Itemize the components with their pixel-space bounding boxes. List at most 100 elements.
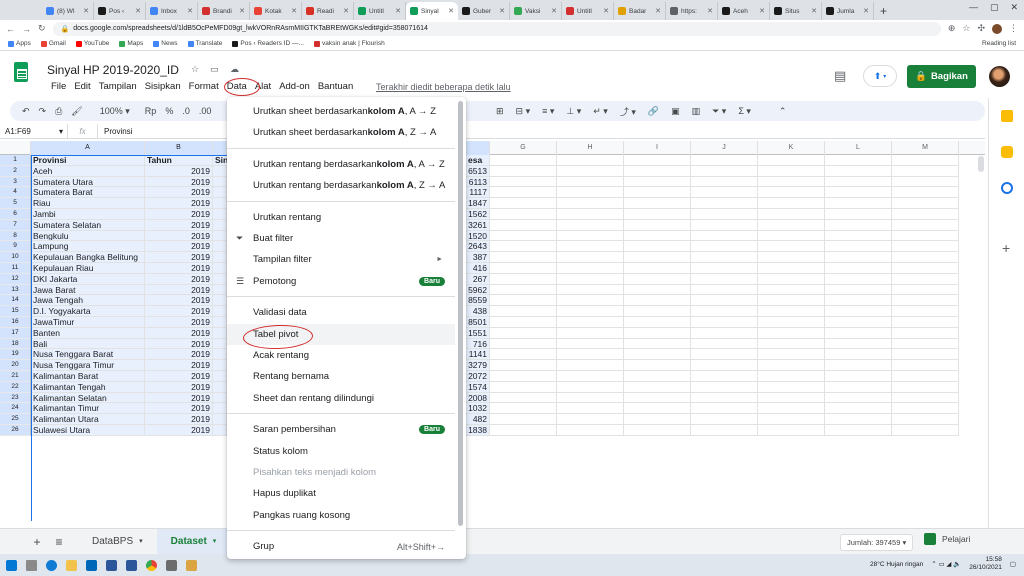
cell-sinyal[interactable] <box>213 295 227 307</box>
empty-cell[interactable] <box>892 392 959 404</box>
cell-sinyal[interactable] <box>213 230 227 242</box>
menu-trim-whitespace[interactable]: Pangkas ruang kosong <box>227 505 455 526</box>
row-header[interactable]: 11 <box>0 263 31 274</box>
cell-value[interactable]: 267 <box>466 273 490 285</box>
cell-provinsi[interactable]: Aceh <box>31 165 145 177</box>
comment-icon[interactable]: ▣ <box>671 106 680 117</box>
cell-tahun[interactable]: 2019 <box>145 230 213 242</box>
row-header[interactable]: 12 <box>0 273 31 285</box>
zoom-page-icon[interactable]: ⊕ <box>948 23 956 34</box>
empty-cell[interactable] <box>691 219 758 231</box>
browser-menu-icon[interactable]: ⋮ <box>1009 23 1018 34</box>
cell-sinyal[interactable] <box>213 284 227 296</box>
cell-tahun[interactable]: 2019 <box>145 295 213 307</box>
cell-value[interactable]: 1551 <box>466 327 490 339</box>
empty-cell[interactable] <box>691 327 758 339</box>
browser-tab[interactable]: Untitl ✕ <box>562 2 614 20</box>
bookmark-apps[interactable]: Apps <box>8 40 31 47</box>
undo-icon[interactable]: ↶ <box>22 106 30 117</box>
cell-tahun[interactable]: 2019 <box>145 392 213 404</box>
cell-sinyal[interactable] <box>213 263 227 274</box>
row-header[interactable]: 19 <box>0 349 31 361</box>
row-header[interactable]: 22 <box>0 381 31 393</box>
empty-cell[interactable] <box>691 252 758 263</box>
empty-cell[interactable] <box>624 295 691 307</box>
close-tab-icon[interactable]: ✕ <box>395 7 401 15</box>
row-header[interactable]: 20 <box>0 360 31 371</box>
cell-sinyal[interactable] <box>213 403 227 415</box>
row-header[interactable]: 9 <box>0 241 31 253</box>
menu-protected-sheets[interactable]: Sheet dan rentang dilindungi <box>227 388 455 409</box>
empty-cell[interactable] <box>624 306 691 317</box>
cell-sinyal[interactable] <box>213 327 227 339</box>
cell-sinyal[interactable] <box>213 381 227 393</box>
cell-tahun[interactable]: 2019 <box>145 338 213 350</box>
row-header[interactable]: 25 <box>0 414 31 425</box>
cell-sinyal[interactable] <box>213 360 227 371</box>
browser-tab[interactable]: Readi ✕ <box>302 2 354 20</box>
empty-cell[interactable] <box>758 349 825 361</box>
reload-icon[interactable]: ↻ <box>38 23 46 34</box>
empty-cell[interactable] <box>825 360 892 371</box>
cell-sinyal[interactable] <box>213 306 227 317</box>
empty-cell[interactable] <box>825 403 892 415</box>
formula-input[interactable]: Provinsi <box>98 127 132 136</box>
empty-cell[interactable] <box>892 414 959 425</box>
empty-cell[interactable] <box>825 263 892 274</box>
cell-provinsi[interactable]: Kalimantan Tengah <box>31 381 145 393</box>
bookmark-translate[interactable]: Translate <box>187 40 222 47</box>
menu-edit[interactable]: Edit <box>70 81 94 92</box>
cell-value[interactable]: 2643 <box>466 241 490 253</box>
empty-cell[interactable] <box>892 295 959 307</box>
cell-provinsi[interactable]: Jawa Tengah <box>31 295 145 307</box>
menu-scrollbar[interactable] <box>458 101 463 526</box>
column-header[interactable] <box>466 141 490 155</box>
edge-icon[interactable] <box>46 559 57 571</box>
menu-sort-sheet-az[interactable]: Urutkan sheet berdasarkan kolom A, A → Z <box>227 101 455 122</box>
empty-cell[interactable] <box>758 371 825 382</box>
cell-provinsi[interactable]: Kepulauan Riau <box>31 263 145 274</box>
empty-cell[interactable] <box>892 338 959 350</box>
sheet-tab-databps[interactable]: DataBPS ▾ <box>78 529 157 555</box>
notification-icon[interactable]: ▢ <box>1010 560 1016 568</box>
empty-cell[interactable] <box>624 219 691 231</box>
cell-sinyal[interactable] <box>213 165 227 177</box>
empty-cell[interactable] <box>557 349 624 361</box>
empty-cell[interactable] <box>490 284 557 296</box>
row-header[interactable]: 21 <box>0 371 31 382</box>
close-tab-icon[interactable]: ✕ <box>291 7 297 15</box>
forward-icon[interactable]: → <box>22 24 31 34</box>
menu-view[interactable]: Tampilan <box>95 81 141 92</box>
column-header-b[interactable]: B <box>145 141 213 155</box>
row-header[interactable]: 16 <box>0 317 31 328</box>
cell-tahun[interactable]: 2019 <box>145 165 213 177</box>
cell-value[interactable]: 5962 <box>466 284 490 296</box>
close-tab-icon[interactable]: ✕ <box>551 7 557 15</box>
browser-tab[interactable]: Untitl ✕ <box>354 2 406 20</box>
increase-decimal-button[interactable]: .00 <box>199 106 212 116</box>
star-icon[interactable]: ☆ <box>191 64 199 75</box>
empty-cell[interactable] <box>825 371 892 382</box>
column-header-j[interactable]: J <box>691 141 758 155</box>
empty-cell[interactable] <box>557 198 624 209</box>
cell-value[interactable]: 8501 <box>466 317 490 328</box>
close-window-icon[interactable]: ✕ <box>1010 2 1018 13</box>
merge-icon[interactable]: ⊟ ▾ <box>516 106 531 117</box>
column-header[interactable] <box>0 141 31 155</box>
empty-cell[interactable] <box>490 230 557 242</box>
cell-provinsi[interactable]: Riau <box>31 198 145 209</box>
cell-sinyal[interactable] <box>213 349 227 361</box>
row-header[interactable]: 1 <box>0 155 31 166</box>
empty-cell[interactable] <box>892 230 959 242</box>
browser-tab[interactable]: Pos ‹ ✕ <box>94 2 146 20</box>
empty-cell[interactable] <box>825 187 892 199</box>
empty-cell[interactable] <box>490 252 557 263</box>
cell-provinsi[interactable]: Kalimantan Utara <box>31 414 145 425</box>
row-header[interactable]: 17 <box>0 327 31 339</box>
empty-cell[interactable] <box>758 252 825 263</box>
cell-tahun[interactable]: 2019 <box>145 317 213 328</box>
close-tab-icon[interactable]: ✕ <box>655 7 661 15</box>
cell-provinsi[interactable]: Nusa Tenggara Barat <box>31 349 145 361</box>
cell-value[interactable]: 438 <box>466 306 490 317</box>
user-avatar[interactable] <box>989 66 1010 87</box>
